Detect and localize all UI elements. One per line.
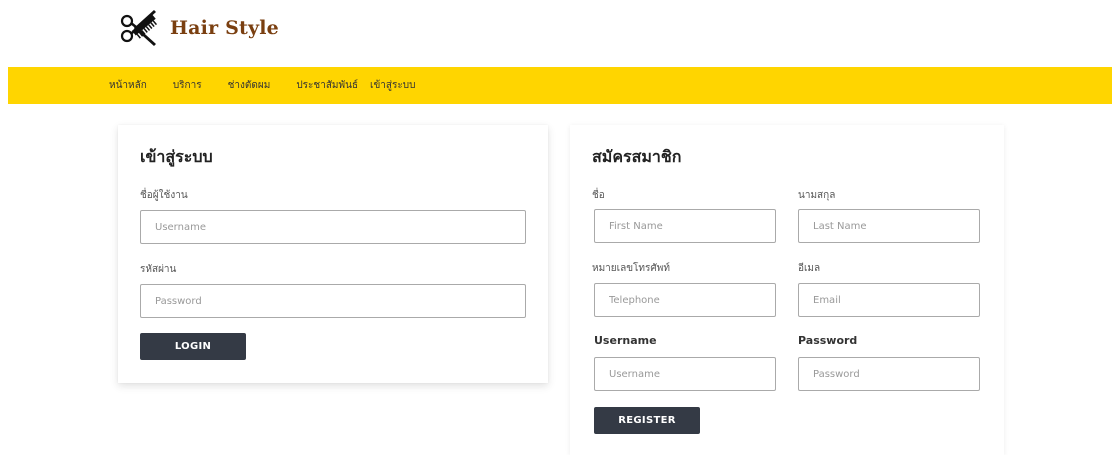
register-card: สมัครสมาชิก ชื่อ นามสกุล หมายเลขโทรศัพท์… bbox=[570, 125, 1004, 455]
login-button[interactable]: LOGIN bbox=[140, 333, 246, 360]
brand-name: Hair Style bbox=[170, 17, 279, 39]
register-username-label: Username bbox=[594, 334, 657, 347]
login-card: เข้าสู่ระบบ ชื่อผู้ใช้งาน รหัสผ่าน LOGIN bbox=[118, 125, 548, 383]
register-title: สมัครสมาชิก bbox=[592, 147, 682, 166]
login-password-label: รหัสผ่าน bbox=[140, 264, 177, 275]
nav-item-services[interactable]: บริการ bbox=[173, 78, 202, 93]
nav-item-barbers[interactable]: ช่างตัดผม bbox=[228, 78, 271, 93]
login-username-label: ชื่อผู้ใช้งาน bbox=[140, 190, 188, 201]
login-title: เข้าสู่ระบบ bbox=[140, 147, 213, 166]
telephone-input[interactable] bbox=[594, 283, 776, 317]
nav-item-login[interactable]: เข้าสู่ระบบ bbox=[370, 78, 415, 93]
first-name-label: ชื่อ bbox=[592, 190, 605, 201]
last-name-label: นามสกุล bbox=[798, 190, 836, 201]
nav-list: หน้าหลัก บริการ ช่างตัดผม ประชาสัมพันธ์ … bbox=[8, 67, 1112, 104]
nav-item-home[interactable]: หน้าหลัก bbox=[109, 78, 147, 93]
register-username-input[interactable] bbox=[594, 357, 776, 391]
scissors-comb-icon bbox=[120, 10, 158, 46]
register-password-input[interactable] bbox=[798, 357, 980, 391]
telephone-label: หมายเลขโทรศัพท์ bbox=[592, 263, 670, 274]
email-label: อีเมล bbox=[798, 263, 821, 274]
brand[interactable]: Hair Style bbox=[118, 8, 279, 48]
login-password-input[interactable] bbox=[140, 284, 526, 318]
register-password-label: Password bbox=[798, 334, 858, 347]
register-button[interactable]: REGISTER bbox=[594, 407, 700, 434]
nav-item-announcements[interactable]: ประชาสัมพันธ์ bbox=[296, 78, 358, 93]
first-name-input[interactable] bbox=[594, 209, 776, 243]
last-name-input[interactable] bbox=[798, 209, 980, 243]
email-input[interactable] bbox=[798, 283, 980, 317]
login-username-input[interactable] bbox=[140, 210, 526, 244]
main-navbar: หน้าหลัก บริการ ช่างตัดผม ประชาสัมพันธ์ … bbox=[8, 67, 1112, 104]
